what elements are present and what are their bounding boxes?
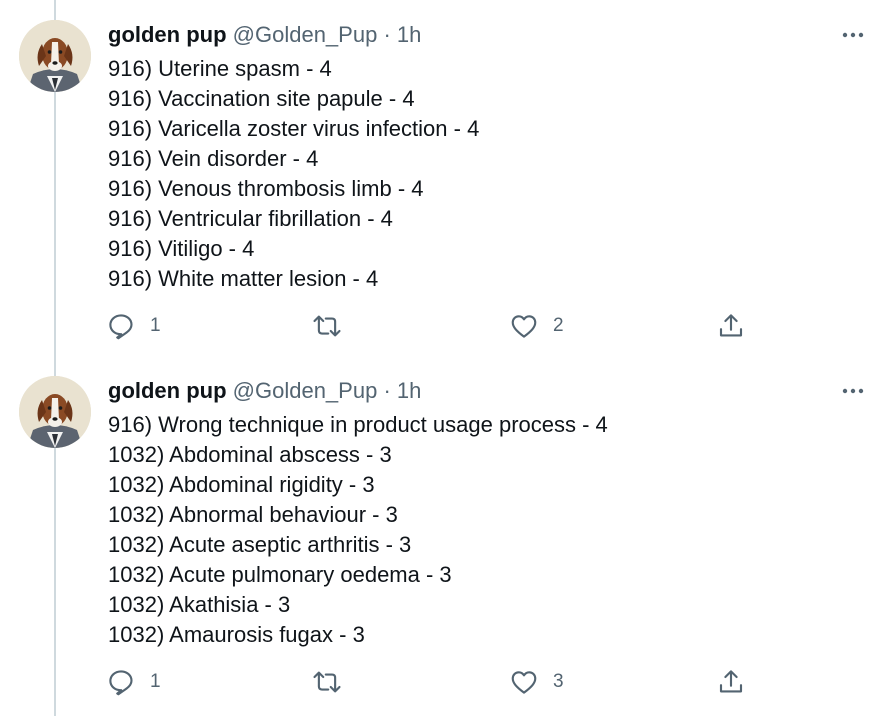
text-line: 916) Wrong technique in product usage pr… [108,412,608,437]
tweet[interactable]: golden pup @Golden_Pup · 1h 916) Wrong t… [0,356,895,716]
separator-dot: · [383,378,391,403]
text-line: 916) Varicella zoster virus infection - … [108,116,480,141]
retweet-button[interactable] [312,666,356,698]
share-button[interactable] [716,310,746,342]
text-line: 916) Uterine spasm - 4 [108,56,332,81]
more-options-button[interactable] [838,378,868,404]
text-line: 916) Vitiligo - 4 [108,236,255,261]
text-line: 916) Venous thrombosis limb - 4 [108,176,424,201]
separator-dot: · [383,22,391,47]
text-line: 1032) Abdominal abscess - 3 [108,442,392,467]
text-line: 1032) Amaurosis fugax - 3 [108,622,365,647]
heart-icon [511,315,537,338]
text-line: 916) Vein disorder - 4 [108,146,319,171]
text-line: 916) Vaccination site papule - 4 [108,86,415,111]
like-count: 2 [553,315,564,336]
retweet-button[interactable] [312,310,356,342]
avatar[interactable] [19,376,91,448]
tweet-actions: 1 2 [106,310,756,342]
text-line: 1032) Akathisia - 3 [108,592,291,617]
author-handle[interactable]: @Golden_Pup [233,378,378,403]
tweet-text: 916) Wrong technique in product usage pr… [108,410,608,650]
reply-button[interactable]: 1 [106,666,161,698]
text-line: 1032) Acute aseptic arthritis - 3 [108,532,412,557]
text-line: 916) Ventricular fibrillation - 4 [108,206,393,231]
avatar[interactable] [19,20,91,92]
more-horizontal-icon [842,32,864,38]
heart-icon [511,671,537,694]
author-name[interactable]: golden pup [108,22,227,47]
text-line: 916) White matter lesion - 4 [108,266,379,291]
like-button[interactable]: 2 [509,310,564,342]
more-options-button[interactable] [838,22,868,48]
timestamp[interactable]: 1h [397,378,421,403]
share-button[interactable] [716,666,746,698]
tweet-header: golden pup @Golden_Pup · 1h [108,378,421,404]
author-handle[interactable]: @Golden_Pup [233,22,378,47]
text-line: 1032) Abdominal rigidity - 3 [108,472,375,497]
like-count: 3 [553,671,564,692]
author-name[interactable]: golden pup [108,378,227,403]
tweet[interactable]: golden pup @Golden_Pup · 1h 916) Uterine… [0,0,895,356]
reply-icon [109,314,133,340]
like-button[interactable]: 3 [509,666,564,698]
dog-avatar-icon [19,20,91,92]
timestamp[interactable]: 1h [397,22,421,47]
reply-count: 1 [150,315,161,336]
reply-button[interactable]: 1 [106,310,161,342]
text-line: 1032) Acute pulmonary oedema - 3 [108,562,452,587]
dog-avatar-icon [19,376,91,448]
tweet-text: 916) Uterine spasm - 4 916) Vaccination … [108,54,479,294]
retweet-icon [313,671,341,693]
more-horizontal-icon [842,388,864,394]
share-icon [719,314,743,337]
share-icon [719,670,743,693]
reply-count: 1 [150,671,161,692]
tweet-actions: 1 3 [106,666,756,698]
reply-icon [109,670,133,696]
retweet-icon [313,315,341,337]
tweet-header: golden pup @Golden_Pup · 1h [108,22,421,48]
text-line: 1032) Abnormal behaviour - 3 [108,502,398,527]
